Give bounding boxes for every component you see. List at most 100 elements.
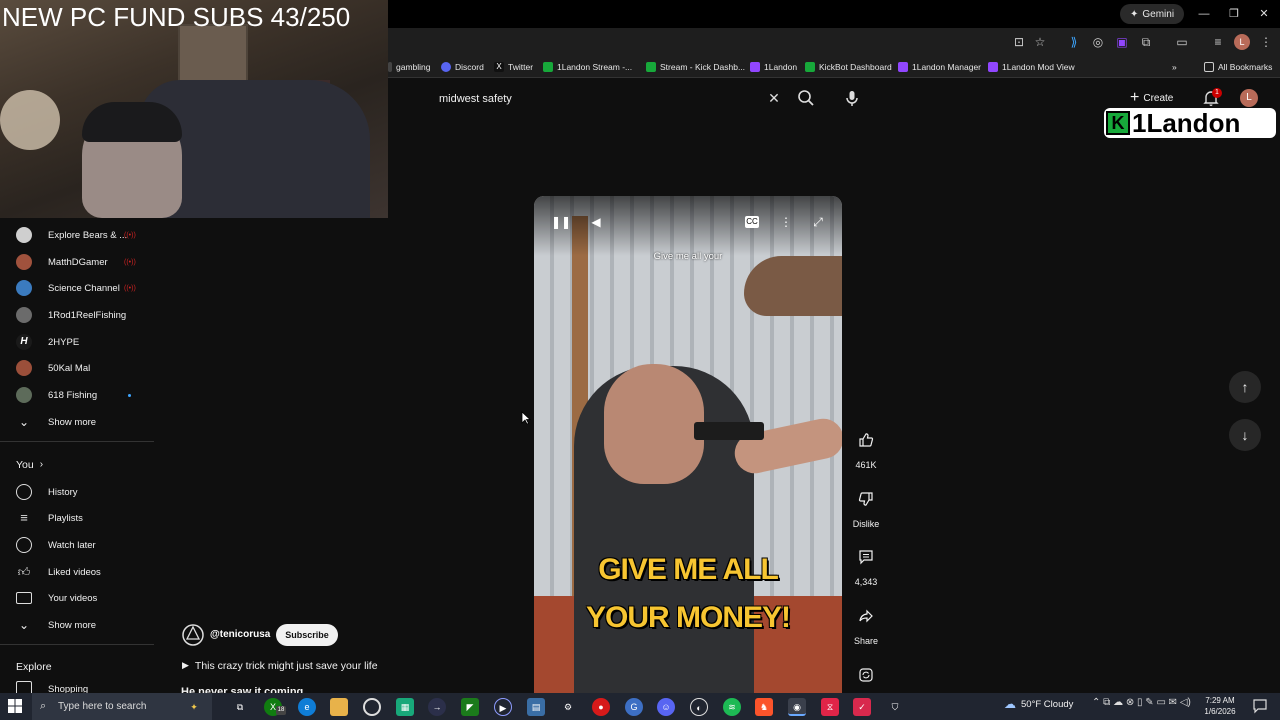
share-button[interactable]: Share [850,600,882,646]
bookmarks-overflow-button[interactable]: » [1172,58,1177,76]
live-icon: ((•)) [124,258,136,266]
more-options-icon[interactable]: ⋮ [777,213,795,231]
task-view-icon[interactable]: ⧉ [231,698,249,716]
chevron-down-icon: ⌄ [18,415,30,429]
sidebar-subscription-item[interactable]: MatthDGamer ((•)) [0,249,154,275]
video-title[interactable]: ▶ This crazy trick might just save your l… [182,660,378,672]
previous-short-button[interactable]: ↑ [1229,371,1261,403]
windows-start-icon[interactable] [8,699,22,713]
dislike-button[interactable]: Dislike [850,483,882,529]
media-player-icon[interactable]: ▶ [494,698,512,716]
kick-icon [805,62,815,72]
bookmark-item[interactable]: 1Landon [750,58,797,76]
bookmark-item[interactable]: 1Landon Mod View [988,58,1075,76]
shield-icon[interactable]: ⛉ [886,698,904,716]
bookmark-item[interactable]: X Twitter [494,58,533,76]
sidebar-item-history[interactable]: History [0,479,154,505]
sidebar-subscription-item[interactable]: Explore Bears & ... ((•)) [0,222,154,248]
extensions-puzzle-icon[interactable]: ⧉ [1138,34,1154,50]
pause-icon[interactable]: ❚❚ [551,213,571,231]
search-icon[interactable] [796,88,816,108]
sidebar-item-your-videos[interactable]: Your videos [0,585,154,611]
shorts-video-player[interactable]: ❚❚ ◀ CC ⋮ ⤢ Give me all your GIVE ME ALL… [534,196,842,693]
bookmark-item[interactable]: 1Landon Stream -... [543,58,632,76]
sidebar-subscription-item[interactable]: 1Rod1ReelFishing [0,302,154,328]
media-controls-icon[interactable]: ≡ [1210,34,1226,50]
settings-gear-icon[interactable]: ⚙ [559,698,577,716]
browser-menu-icon[interactable]: ⋮ [1258,34,1274,50]
sidebar: Explore Bears & ... ((•)) MatthDGamer ((•)… [0,218,154,697]
next-short-button[interactable]: ↓ [1229,419,1261,451]
app-icon[interactable]: → [428,698,446,716]
browser-icon[interactable]: G [625,698,643,716]
profile-avatar-icon[interactable]: L [1234,34,1250,50]
close-window-button[interactable]: ✕ [1250,4,1278,24]
bookmark-item[interactable]: 1Landon Manager [898,58,981,76]
bookmark-star-icon[interactable]: ☆ [1032,34,1048,50]
search-input[interactable]: midwest safety [428,86,790,112]
discord-icon[interactable]: ☺ [657,698,675,716]
channel-handle[interactable]: @tenicorusa [210,629,270,640]
channel-avatar [16,227,32,243]
nvidia-icon[interactable]: ◤ [461,698,479,716]
copilot-sparkle-icon[interactable]: ✦ [185,698,203,716]
bookmark-item[interactable]: Stream - Kick Dashb... [646,58,745,76]
microphone-icon[interactable] [842,88,862,108]
thumbs-up-icon: 👍︎ [17,565,31,579]
system-tray[interactable]: ⌃ ⧉ ☁ ⊗ ▯ ✎ ▭ ✉ ◁) [1092,697,1191,708]
arrow-down-icon: ↓ [1241,427,1249,443]
account-avatar[interactable]: L [1240,89,1258,107]
watch-later-icon [16,537,32,553]
remix-button[interactable] [850,659,882,691]
calculator-icon[interactable]: ▤ [527,698,545,716]
sidebar-subscription-item[interactable]: 618 Fishing [0,382,154,408]
file-explorer-icon[interactable] [330,698,348,716]
sidebar-item-watch-later[interactable]: Watch later [0,532,154,558]
taskbar-clock[interactable]: 7:29 AM 1/6/2026 [1200,695,1240,717]
recording-app-icon[interactable]: ● [592,698,610,716]
your-videos-icon [16,592,32,604]
extension-icon[interactable]: ⟫ [1066,34,1082,50]
you-section-header[interactable]: You › [16,459,43,471]
sidebar-subscription-item[interactable]: 50Kal Mal [0,355,154,381]
app-icon[interactable]: ⧖ [821,698,839,716]
restore-button[interactable]: ❐ [1220,4,1248,24]
comments-button[interactable]: 4,343 [850,541,882,587]
twitch-extension-icon[interactable]: ▣ [1114,34,1130,50]
gemini-button[interactable]: ✦ Gemini [1120,4,1185,24]
bookmark-item[interactable]: KickBot Dashboard [805,58,892,76]
sidebar-subscription-item[interactable]: H 2HYPE [0,329,154,355]
clear-search-icon[interactable]: ✕ [766,90,782,106]
obs-icon[interactable]: ◐ [690,698,708,716]
tab-search-icon[interactable]: ▭ [1174,34,1190,50]
minimize-button[interactable]: — [1190,4,1218,24]
steam-icon[interactable] [363,698,381,716]
closed-captions-icon[interactable]: CC [745,216,759,228]
notification-center-icon[interactable] [1252,698,1268,714]
folder-icon [388,62,392,72]
brave-icon[interactable]: ♞ [755,698,773,716]
weather-widget[interactable]: ☁ 50°F Cloudy [1004,697,1073,711]
spotify-icon[interactable]: ≋ [723,698,741,716]
all-bookmarks-button[interactable]: All Bookmarks [1204,58,1272,76]
create-button[interactable]: + Create [1130,88,1173,108]
install-app-icon[interactable]: ⊡ [1011,34,1027,50]
volume-icon[interactable]: ◀ [587,213,605,231]
edge-icon[interactable]: e [298,698,316,716]
sidebar-item-playlists[interactable]: ≡ Playlists [0,505,154,531]
store-icon[interactable]: ▦ [396,698,414,716]
show-more-button[interactable]: ⌄ Show more [0,409,154,435]
bookmark-item[interactable]: gambling [388,58,431,76]
sidebar-item-liked-videos[interactable]: 👍︎ Liked videos [0,559,154,585]
show-more-button[interactable]: ⌄ Show more [0,612,154,638]
subscribe-button[interactable]: Subscribe [276,624,338,646]
like-button[interactable]: 461K [850,424,882,470]
chrome-icon[interactable]: ◉ [788,698,806,716]
channel-avatar[interactable] [181,623,205,647]
sidebar-subscription-item[interactable]: Science Channel ((•)) [0,275,154,301]
bookmark-item[interactable]: Discord [441,58,484,76]
history-icon [16,484,32,500]
fullscreen-icon[interactable]: ⤢ [809,213,827,231]
app-icon[interactable]: ✓ [853,698,871,716]
extension-icon[interactable]: ◎ [1090,34,1106,50]
